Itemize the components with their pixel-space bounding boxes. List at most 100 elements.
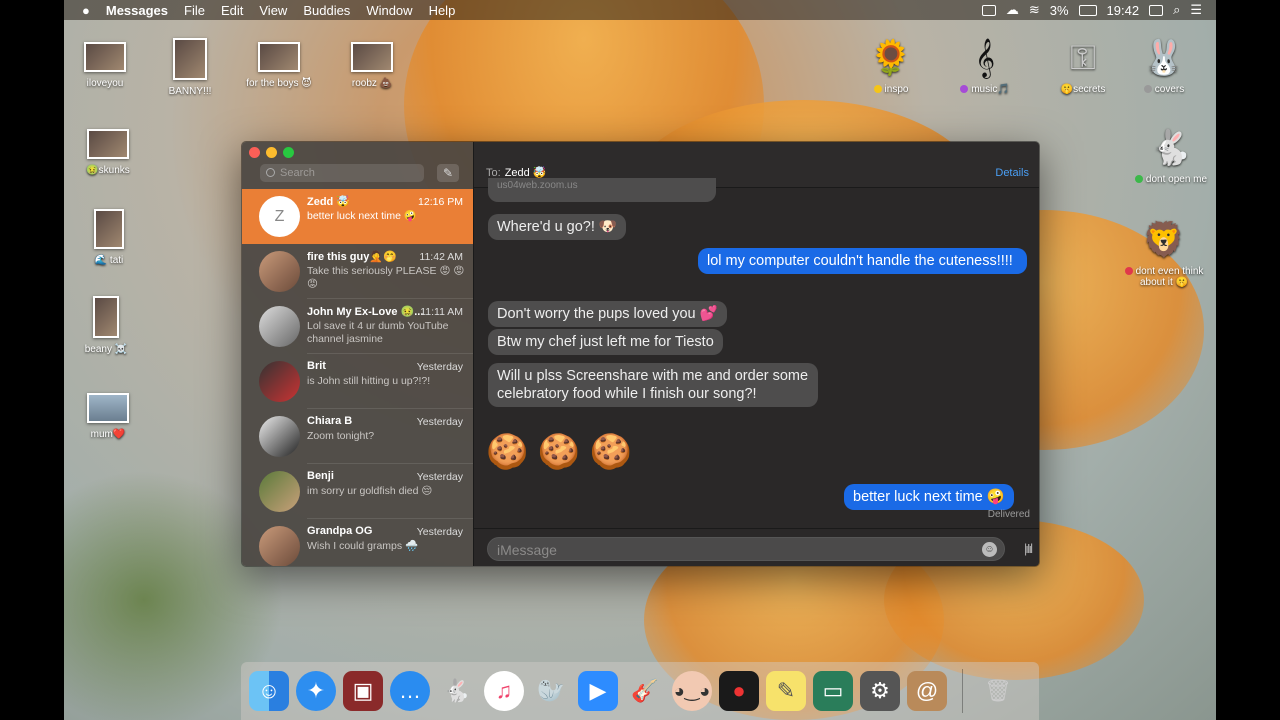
desktop-icon-label: iloveyou — [86, 78, 124, 89]
yellow-tag-icon — [873, 85, 882, 94]
zoom-window-icon[interactable] — [283, 147, 294, 158]
avatar — [259, 471, 300, 512]
face-app-icon[interactable]: ◕‿◕ — [672, 671, 712, 711]
photo-booth-icon[interactable]: ▣ — [343, 671, 383, 711]
message-time: Yesterday — [416, 361, 463, 373]
minimize-window-icon[interactable] — [266, 147, 277, 158]
dock-separator — [962, 669, 963, 713]
link-preview[interactable]: us04web.zoom.us — [488, 178, 716, 202]
compose-button[interactable]: ✎ — [437, 164, 459, 182]
desktop-folder-inspo[interactable]: 🌻 inspo — [846, 38, 936, 95]
trash-icon[interactable]: 🗑 — [978, 671, 1018, 711]
dock: ☺ ✦ ▣ … 🐇 ♫ 🦭 ▶ 🎸 ◕‿◕ ● ✎ ▭ ⚙ @ 🗑 — [241, 662, 1039, 720]
conversation-item[interactable]: Benji Yesterday im sorry ur goldfish die… — [242, 464, 473, 519]
finder-icon[interactable]: ☺ — [249, 671, 289, 711]
battery-icon[interactable] — [1078, 4, 1097, 16]
menu-help[interactable]: Help — [421, 3, 464, 18]
mascot-app-icon[interactable]: 🦭 — [531, 671, 571, 711]
message-preview: Wish I could gramps 🌧️ — [307, 540, 419, 552]
conversation-item[interactable]: Chiara B Yesterday Zoom tonight? — [242, 409, 473, 464]
message-bubble-sent: lol my computer couldn't handle the cute… — [698, 248, 1027, 274]
message-preview: Lol save it 4 ur dumb YouTube channel ja… — [307, 320, 449, 345]
details-button[interactable]: Details — [995, 167, 1029, 179]
desktop-icon-label: covers — [1154, 84, 1185, 95]
messages-icon[interactable]: … — [390, 671, 430, 711]
desktop-file-tati[interactable]: 🌊 tati — [64, 209, 154, 266]
conversation-item[interactable]: Brit Yesterday is John still hitting u u… — [242, 354, 473, 409]
system-preferences-icon[interactable]: ⚙ — [860, 671, 900, 711]
conversation-item[interactable]: John My Ex-Love 🤢... 11:11 AM Lol save i… — [242, 299, 473, 354]
message-time: Yesterday — [416, 526, 463, 538]
stickies-icon[interactable]: ✎ — [766, 671, 806, 711]
calendar-icon[interactable] — [1149, 4, 1164, 16]
desktop-file-mum[interactable]: mum❤️ — [64, 393, 153, 440]
avatar — [259, 416, 300, 457]
close-window-icon[interactable] — [249, 147, 260, 158]
clock[interactable]: 19:42 — [1107, 3, 1140, 18]
menu-window[interactable]: Window — [358, 3, 420, 18]
bunny-icon: 🐇 — [1149, 129, 1193, 167]
wifi-icon[interactable]: ≋ — [1029, 2, 1040, 18]
desktop-folder-music[interactable]: 𝄞 music🎵 — [940, 38, 1030, 95]
desktop-file-banny[interactable]: BANNY!!! — [145, 38, 235, 97]
desktop-icon-label: beany ☠️ — [84, 344, 128, 355]
menu-buddies[interactable]: Buddies — [295, 3, 358, 18]
zoom-status-icon[interactable] — [981, 4, 996, 16]
conversation-item[interactable]: Grandpa OG Yesterday Wish I could gramps… — [242, 519, 473, 566]
spotlight-search-icon[interactable]: ⌕ — [1173, 2, 1180, 18]
garageband-icon[interactable]: 🎸 — [625, 671, 665, 711]
preview-icon[interactable]: ▭ — [813, 671, 853, 711]
desktop-folder-dont-even-think[interactable]: 🦁 dont even think about it 🤫 — [1112, 220, 1216, 288]
desktop-icon-label: dont open me — [1145, 174, 1208, 185]
launchpad-icon[interactable]: 🐇 — [437, 671, 477, 711]
desktop-icon-label: mum❤️ — [90, 429, 126, 440]
contacts-icon[interactable]: @ — [907, 671, 947, 711]
imessage-input[interactable]: iMessage ☺ — [487, 537, 1005, 561]
search-input[interactable]: Search — [260, 164, 424, 182]
desktop-icon-label: 🤫secrets — [1060, 84, 1106, 95]
message-time: Yesterday — [416, 471, 463, 483]
safari-icon[interactable]: ✦ — [296, 671, 336, 711]
itunes-icon[interactable]: ♫ — [484, 671, 524, 711]
desktop-file-beany[interactable]: beany ☠️ — [64, 296, 151, 355]
image-thumbnail — [258, 42, 300, 72]
desktop-file-skunks[interactable]: 🤢skunks — [64, 129, 153, 176]
compose-bar: iMessage ☺ |ıIıl — [474, 528, 1039, 566]
avatar — [259, 251, 300, 292]
desktop-folder-covers[interactable]: 🐰 covers — [1119, 38, 1209, 95]
green-tag-icon — [1134, 175, 1143, 184]
menu-bar: ● Messages File Edit View Buddies Window… — [64, 0, 1216, 20]
desktop-icon-label: BANNY!!! — [168, 86, 212, 97]
image-thumbnail — [173, 38, 207, 80]
menu-file[interactable]: File — [176, 3, 213, 18]
menu-view[interactable]: View — [251, 3, 295, 18]
conversation-item[interactable]: fire this guy🤦🤭 11:42 AM Take this serio… — [242, 244, 473, 299]
battery-percent: 3% — [1049, 2, 1069, 18]
notification-center-icon[interactable]: ☰ — [1190, 2, 1202, 18]
menu-edit[interactable]: Edit — [213, 3, 251, 18]
desktop-icon-label: inspo — [884, 84, 909, 95]
message-time: Yesterday — [416, 416, 463, 428]
contact-name: Chiara B — [307, 415, 353, 427]
desktop-file-roobz[interactable]: roobz 💩 — [327, 42, 417, 89]
desktop: ● Messages File Edit View Buddies Window… — [64, 0, 1216, 720]
desktop-folder-dont-open-me[interactable]: 🐇 dont open me — [1126, 128, 1216, 185]
zoom-icon[interactable]: ▶ — [578, 671, 618, 711]
image-thumbnail — [94, 209, 124, 249]
conversation-item[interactable]: Z Zedd 🤯 12:16 PM better luck next time … — [242, 189, 473, 244]
red-tag-icon — [1124, 267, 1133, 276]
desktop-file-iloveyou[interactable]: iloveyou — [64, 42, 150, 89]
contact-name: John My Ex-Love 🤢... — [307, 306, 424, 318]
apple-menu-icon[interactable]: ● — [64, 3, 98, 18]
image-thumbnail — [84, 42, 126, 72]
menu-app-name[interactable]: Messages — [98, 3, 176, 18]
audio-message-icon[interactable]: |ıIıl — [1024, 541, 1033, 556]
emoji-picker-icon[interactable]: ☺ — [982, 542, 997, 557]
contact-name: Benji — [307, 470, 334, 482]
creative-cloud-icon[interactable]: ☁ — [1006, 2, 1019, 18]
key-icon: ⚿ — [1070, 39, 1096, 77]
desktop-folder-secrets[interactable]: ⚿ 🤫secrets — [1038, 38, 1128, 95]
message-preview: Zoom tonight? — [307, 430, 375, 442]
recorder-app-icon[interactable]: ● — [719, 671, 759, 711]
desktop-file-for-the-boys[interactable]: for the boys 😈 — [234, 42, 324, 89]
